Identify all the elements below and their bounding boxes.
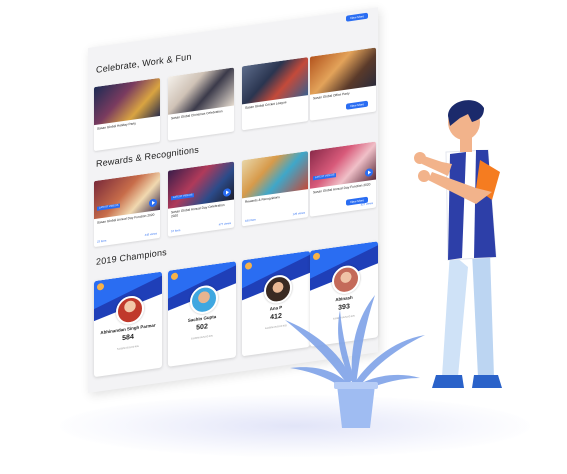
champion-card-1[interactable]: Abhinandan Singh Parmar 584 SUBMISSIONS bbox=[94, 271, 162, 378]
card-photo bbox=[310, 141, 376, 189]
view-count: 477 views bbox=[218, 220, 231, 227]
card-photo bbox=[94, 171, 160, 220]
champions-section-title: 2019 Champions bbox=[96, 246, 167, 267]
view-count: 445 views bbox=[144, 231, 157, 238]
card-footer: 180 Item 126 views bbox=[245, 211, 305, 223]
rewards-card-3[interactable]: Rewards & Recognitions 180 Item 126 view… bbox=[242, 151, 308, 227]
rewards-card-4[interactable]: LATEST VIDEOS Sasan Global Annual Day Fu… bbox=[310, 141, 376, 217]
card-footer: 23 Item 445 views bbox=[97, 231, 157, 243]
celebrate-card-3[interactable]: Sasan Global Cricket League bbox=[242, 57, 308, 131]
card-footer: 57 Item 477 views bbox=[171, 221, 231, 233]
celebrate-card-1[interactable]: Sasan Global Holiday Party bbox=[94, 77, 160, 152]
rewards-card-1[interactable]: LATEST VIDEOS Sasan Global Annual Day Fu… bbox=[94, 171, 160, 248]
celebrate-card-4[interactable]: Sasan Global Office Party bbox=[310, 47, 376, 121]
card-photo bbox=[242, 151, 308, 199]
celebrate-view-more-button[interactable]: View More bbox=[346, 12, 368, 22]
card-photo bbox=[168, 67, 234, 115]
pot bbox=[337, 385, 375, 428]
card-photo bbox=[310, 47, 376, 95]
item-count: 57 Item bbox=[171, 228, 181, 234]
celebrate-section-title: Celebrate, Work & Fun bbox=[96, 51, 192, 75]
card-photo bbox=[94, 77, 160, 126]
item-count: 23 Item bbox=[97, 238, 107, 244]
rewards-card-2[interactable]: LATEST VIDEOS Sasan Global Annual Day Ce… bbox=[168, 161, 234, 237]
celebrate-card-2[interactable]: Sasan Global Christmas Celebration bbox=[168, 67, 234, 141]
card-photo bbox=[242, 57, 308, 105]
champion-card-2[interactable]: Sachin Gupta 502 SUBMISSIONS bbox=[168, 261, 236, 367]
person-illustration bbox=[414, 100, 502, 388]
card-photo bbox=[168, 161, 234, 209]
view-count: 126 views bbox=[292, 210, 305, 217]
item-count: 180 Item bbox=[245, 217, 256, 223]
